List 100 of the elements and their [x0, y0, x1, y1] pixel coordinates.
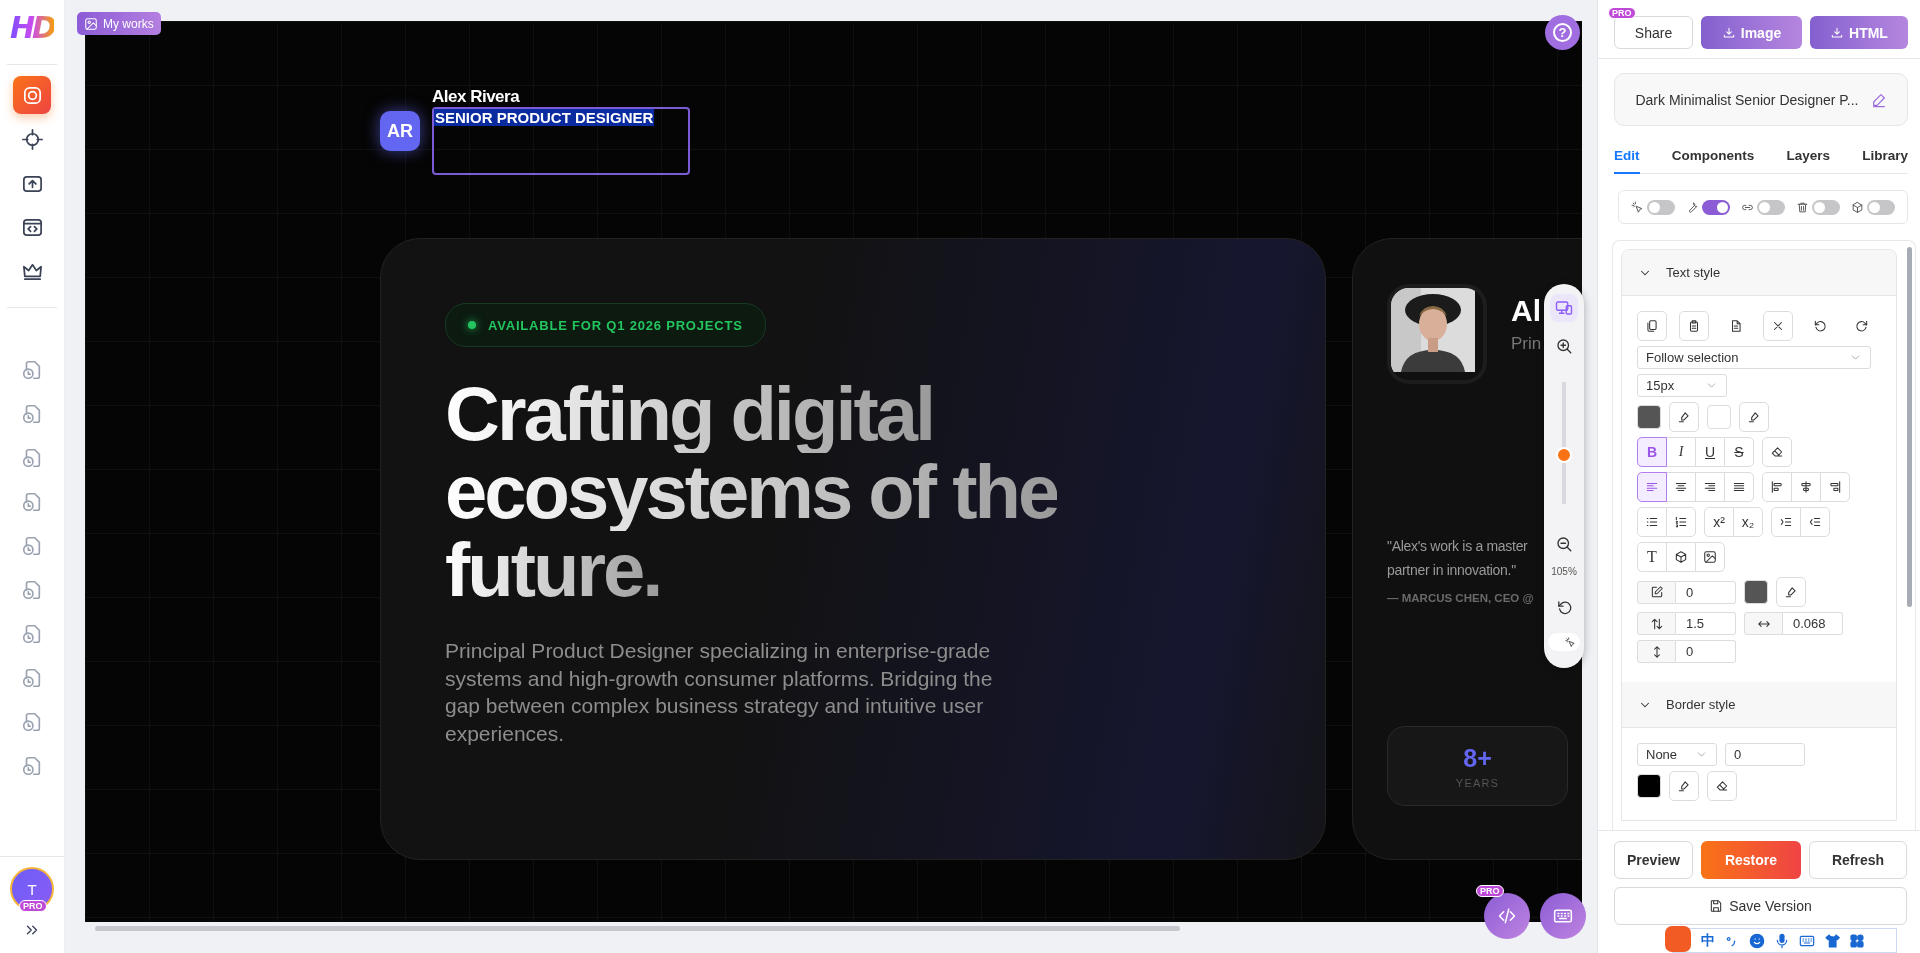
align-justify-button[interactable]	[1724, 472, 1754, 503]
align-box-right-icon	[1828, 480, 1842, 495]
magic-cursor-icon	[1630, 200, 1644, 214]
toggle-switch[interactable]	[1646, 199, 1675, 215]
bold-button[interactable]: B	[1637, 437, 1667, 468]
job-title: SENIOR PRODUCT DESIGNER	[434, 109, 655, 126]
highlighter-button[interactable]	[1669, 402, 1699, 433]
font-size-dropdown[interactable]: 15px	[1637, 374, 1727, 398]
file-clock-icon	[21, 755, 43, 777]
color-swatch[interactable]	[1637, 774, 1661, 799]
eraser-button[interactable]	[1762, 437, 1792, 468]
cube-icon	[1674, 550, 1688, 565]
border-width-field[interactable]: 0	[1725, 743, 1805, 767]
code-button[interactable]	[1484, 893, 1530, 939]
panel-tab[interactable]: Layers	[1786, 142, 1830, 174]
cube-button[interactable]	[1666, 542, 1696, 573]
pro-badge: PRO	[1476, 885, 1504, 897]
sup-button[interactable]: x²	[1704, 507, 1734, 538]
ime-mode[interactable]: 中	[1701, 931, 1715, 950]
sub-button[interactable]: x₂	[1733, 507, 1763, 538]
align-box-left-button[interactable]	[1762, 472, 1792, 503]
eraser-button[interactable]	[1707, 771, 1737, 802]
panel-tab[interactable]: Edit	[1614, 142, 1640, 174]
number-field[interactable]: 1.5	[1676, 612, 1736, 636]
text-selection-box[interactable]: SENIOR PRODUCT DESIGNER	[432, 107, 690, 175]
toggle-switch[interactable]	[1867, 199, 1896, 215]
file-clock-icon	[21, 579, 43, 601]
zoom-reading: 105%	[1551, 566, 1577, 577]
intro-paragraph: Principal Product Designer specializing in enterprise-grade systems and high-growth consumer platforms. Bridging the gap between complex business strategy and intuitive user experiences.	[445, 638, 994, 747]
shirt-icon	[1824, 932, 1840, 949]
panel-button[interactable]: Refresh	[1809, 841, 1907, 879]
availability-text: AVAILABLE FOR Q1 2026 PROJECTS	[488, 317, 743, 333]
highlighter-icon	[1747, 410, 1761, 425]
align-box-center-button[interactable]	[1791, 472, 1821, 503]
font-dropdown[interactable]: Follow selection	[1637, 346, 1871, 370]
quote-attribution: — MARCUS CHEN, CEO @	[1387, 592, 1534, 604]
slider-thumb[interactable]	[1556, 447, 1572, 464]
italic-button[interactable]: I	[1666, 437, 1696, 468]
profile-name: Alex Rivera	[432, 87, 521, 107]
eraser-icon	[1715, 779, 1729, 794]
keyboard-button[interactable]	[1540, 893, 1586, 939]
file-clock-icon	[21, 711, 43, 733]
color-swatch[interactable]	[1637, 405, 1661, 430]
numbered-list-icon	[1674, 515, 1688, 530]
file-clock-icon	[21, 623, 43, 645]
highlighter-icon	[1677, 410, 1691, 425]
toggle-switch[interactable]	[1756, 199, 1785, 215]
copy-button[interactable]	[1637, 311, 1667, 342]
cursor-toggle[interactable]	[1548, 633, 1580, 651]
indent-button[interactable]	[1771, 507, 1801, 538]
panel-tab[interactable]: Components	[1671, 142, 1755, 174]
devices-icon	[1555, 299, 1573, 317]
toggle-switch[interactable]	[1812, 199, 1841, 215]
toggle-switch[interactable]	[1701, 199, 1730, 215]
my-works-button[interactable]: My works	[77, 12, 161, 35]
underline-button[interactable]: U	[1695, 437, 1725, 468]
save-version-button[interactable]: Save Version	[1614, 887, 1907, 925]
align-center-button[interactable]	[1666, 472, 1696, 503]
status-dot-icon	[468, 321, 476, 329]
file-clock-icon	[21, 491, 43, 513]
trash-icon	[1796, 200, 1810, 214]
clipboard-button[interactable]	[1679, 311, 1709, 342]
file-clock-icon	[21, 359, 43, 381]
section-header[interactable]: Text style	[1622, 250, 1896, 297]
clipboard-icon	[1687, 319, 1701, 334]
color-swatch[interactable]	[1744, 580, 1768, 605]
download-icon	[1721, 25, 1736, 40]
highlighter-button[interactable]	[1739, 402, 1769, 433]
color-swatch[interactable]	[1707, 405, 1731, 430]
user-avatar[interactable]: T PRO	[10, 867, 54, 911]
panel-tab[interactable]: Library	[1862, 142, 1908, 174]
numbered-list-button[interactable]	[1666, 507, 1696, 538]
highlighter-icon	[1784, 585, 1798, 600]
align-left-button[interactable]	[1637, 472, 1667, 503]
highlighter-icon	[1677, 779, 1691, 794]
highlighter-button[interactable]	[1669, 771, 1699, 802]
redo-icon	[1855, 319, 1869, 334]
strike-button[interactable]: S	[1724, 437, 1754, 468]
image-button[interactable]	[1695, 542, 1725, 573]
align-box-right-button[interactable]	[1820, 472, 1850, 503]
number-field[interactable]: 0	[1676, 580, 1736, 604]
section-header[interactable]: Border style	[1622, 682, 1896, 729]
testimonial-quote: partner in innovation."	[1387, 561, 1516, 580]
eraser-icon	[1770, 445, 1784, 460]
border-style-dropdown[interactable]: None	[1637, 743, 1717, 767]
number-field[interactable]: 0.068	[1783, 612, 1843, 636]
align-box-left-icon	[1770, 480, 1784, 495]
align-right-button[interactable]	[1695, 472, 1725, 503]
magic-cursor-icon	[1565, 636, 1576, 648]
panel-button[interactable]: Preview	[1614, 841, 1693, 879]
text-button[interactable]: T	[1637, 542, 1667, 573]
document-icon	[1729, 319, 1743, 334]
number-field[interactable]: 0	[1676, 640, 1736, 664]
testimonial-quote: "Alex's work is a master	[1387, 537, 1528, 556]
undo-icon	[1813, 319, 1827, 334]
pro-badge: PRO	[19, 900, 47, 912]
ime-logo-icon[interactable]	[1665, 926, 1691, 952]
image-icon	[84, 16, 98, 31]
highlighter-button[interactable]	[1776, 577, 1806, 608]
share-button[interactable]: Share	[1614, 16, 1693, 49]
